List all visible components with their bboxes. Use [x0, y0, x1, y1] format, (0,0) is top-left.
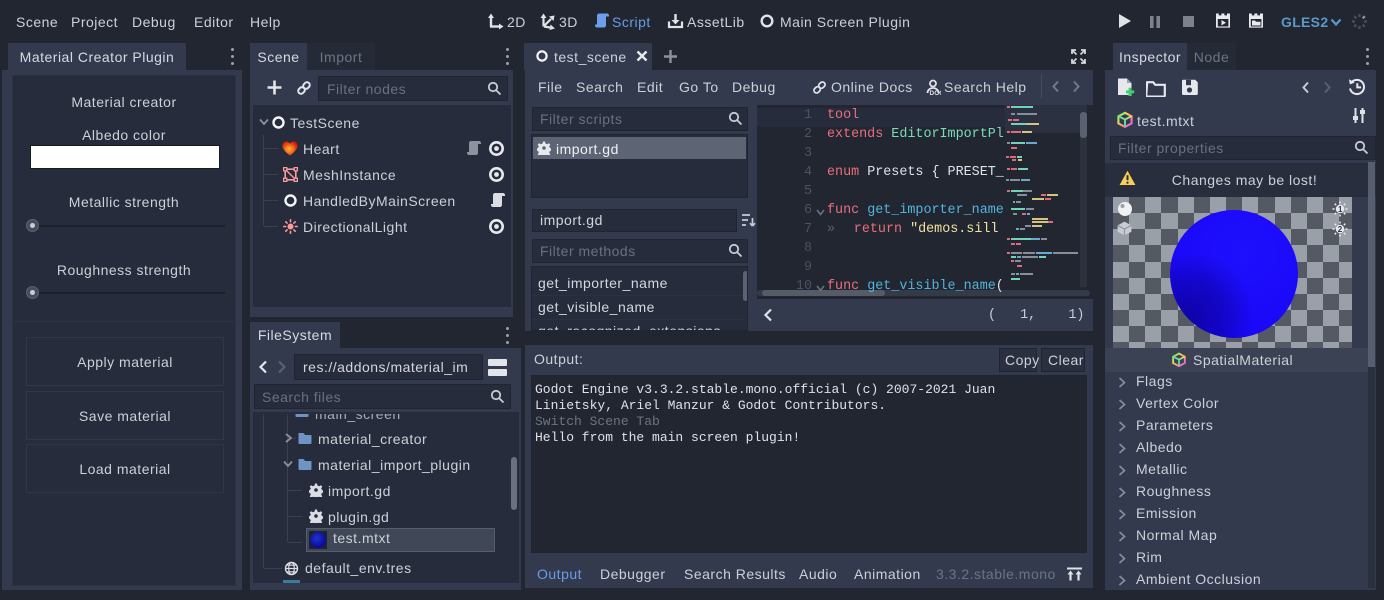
svg-text:DOC: DOC: [930, 90, 942, 96]
svg-text:1: 1: [1338, 205, 1343, 214]
svg-text:2: 2: [1338, 225, 1343, 234]
